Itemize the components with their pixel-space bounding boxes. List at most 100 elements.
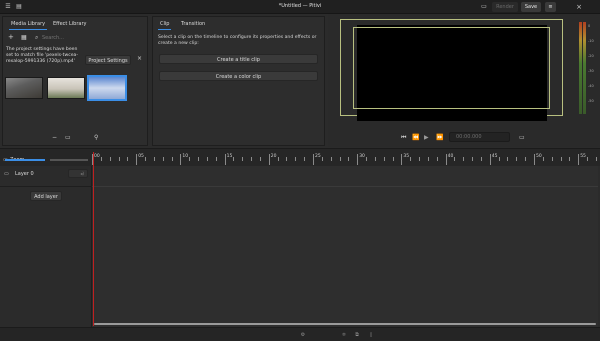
- grid-view-icon[interactable]: ▦: [21, 34, 27, 41]
- meter-label: -30: [588, 69, 594, 73]
- ruler-label: 45: [491, 154, 498, 159]
- close-icon[interactable]: ×: [575, 3, 583, 11]
- tab-transition[interactable]: Transition: [181, 21, 205, 27]
- timecode-field[interactable]: 00:00.000: [449, 132, 510, 142]
- zoom-slider-fill[interactable]: [5, 159, 45, 161]
- hamburger-menu-icon[interactable]: ≡: [545, 2, 556, 12]
- track-divider: [92, 186, 598, 187]
- layer-icon: ▭: [4, 171, 9, 177]
- ruler-major-tick: [313, 154, 314, 165]
- ruler-major-tick: [489, 154, 491, 165]
- playhead[interactable]: [93, 152, 94, 326]
- ruler-minor-tick: [498, 157, 500, 161]
- step-back-icon[interactable]: ⏪: [412, 134, 419, 141]
- ruler-major-tick: [401, 154, 403, 165]
- ruler-minor-tick: [383, 157, 385, 161]
- ruler-minor-tick: [206, 157, 208, 161]
- render-button[interactable]: Render: [492, 2, 518, 12]
- ruler-minor-tick: [507, 157, 509, 161]
- ruler-label: 40: [447, 154, 454, 159]
- tab-clip[interactable]: Clip: [157, 21, 173, 30]
- ruler-major-tick: [224, 154, 226, 165]
- ruler-minor-tick: [171, 157, 173, 161]
- ruler-label: 25: [315, 154, 321, 159]
- ruler-minor-tick: [295, 157, 297, 161]
- ruler-minor-tick: [436, 157, 438, 161]
- ruler-minor-tick: [410, 157, 412, 161]
- meter-label: -40: [588, 84, 594, 88]
- search-icon: ⌕: [35, 34, 39, 41]
- meter-label: 0: [588, 24, 591, 28]
- ruler-minor-tick: [569, 157, 571, 161]
- tab-effect-library[interactable]: Effect Library: [53, 21, 86, 27]
- safe-area-inner: [353, 27, 550, 109]
- save-button[interactable]: Save: [521, 2, 541, 12]
- ruler-minor-tick: [480, 157, 482, 161]
- group-icon[interactable]: ⧉: [353, 331, 361, 339]
- ruler-minor-tick: [304, 157, 306, 161]
- ruler-label: 20: [270, 154, 277, 159]
- ruler-minor-tick: [551, 157, 553, 161]
- ruler-minor-tick: [392, 157, 394, 161]
- ruler-minor-tick: [153, 157, 155, 161]
- meter-label: -50: [588, 99, 594, 103]
- search-input[interactable]: [42, 33, 142, 42]
- ruler-minor-tick: [118, 157, 120, 161]
- clip-thumbnail-1[interactable]: [5, 77, 43, 99]
- ruler-minor-tick: [109, 157, 111, 161]
- ruler-minor-tick: [259, 157, 261, 161]
- split-icon[interactable]: ≑: [340, 331, 348, 339]
- folder-icon[interactable]: ▭: [480, 3, 488, 11]
- layer-name[interactable]: Layer 0: [15, 171, 34, 177]
- clip-thumbnail-2[interactable]: [47, 77, 85, 99]
- ruler-minor-tick: [348, 157, 350, 161]
- ruler-minor-tick: [198, 157, 200, 161]
- ruler-minor-tick: [560, 157, 562, 161]
- meter-label: -10: [588, 39, 594, 43]
- ruler-minor-tick: [145, 157, 147, 161]
- detach-viewer-icon[interactable]: ▭: [519, 134, 525, 141]
- layer-mute-toggle[interactable]: ◂): [68, 169, 88, 178]
- clip-panel-description: Select a clip on the timeline to configu…: [158, 35, 317, 46]
- play-icon[interactable]: ▶: [424, 134, 429, 141]
- create-title-clip-button[interactable]: Create a title clip: [159, 54, 318, 64]
- ruler-label: 10: [182, 154, 189, 159]
- timeline-ruler[interactable]: 00 05 10 15 20 25 30 35 40 45 50 55: [92, 148, 598, 165]
- ruler-major-tick: [534, 154, 535, 165]
- insert-clip-icon[interactable]: ▭: [65, 134, 71, 141]
- zoom-slider-track[interactable]: [50, 159, 88, 161]
- settings-icon[interactable]: ⚙: [299, 331, 307, 339]
- ruler-major-tick: [180, 154, 182, 165]
- dismiss-notice-icon[interactable]: ×: [137, 55, 142, 62]
- meter-label: -20: [588, 54, 594, 58]
- clip-thumbnail-3[interactable]: [87, 75, 127, 101]
- pin-icon[interactable]: ⚲: [94, 134, 98, 141]
- ruler-minor-tick: [516, 157, 518, 161]
- go-to-start-icon[interactable]: ⏮: [401, 134, 406, 142]
- ruler-minor-tick: [127, 157, 129, 161]
- remove-clip-icon[interactable]: −: [52, 134, 57, 141]
- ruler-minor-tick: [233, 157, 235, 161]
- delete-icon[interactable]: ▯: [367, 331, 375, 339]
- tab-media-library[interactable]: Media Library: [8, 21, 48, 30]
- ruler-minor-tick: [251, 157, 253, 161]
- ruler-label: 30: [359, 154, 365, 159]
- create-color-clip-button[interactable]: Create a color clip: [159, 71, 318, 81]
- ruler-minor-tick: [542, 157, 544, 161]
- ruler-major-tick: [578, 154, 580, 165]
- layers-column: ▭ Layer 0 ◂) Add layer: [0, 166, 92, 334]
- timeline-track-area[interactable]: [92, 166, 598, 334]
- ruler-minor-tick: [215, 157, 217, 161]
- add-layer-button[interactable]: Add layer: [30, 191, 62, 201]
- ruler-minor-tick: [286, 157, 288, 161]
- step-forward-icon[interactable]: ⏩: [436, 134, 443, 141]
- timeline-scrollbar[interactable]: [94, 323, 596, 325]
- add-media-icon[interactable]: +: [8, 33, 14, 41]
- ruler-minor-tick: [189, 157, 191, 161]
- project-settings-notice: The project settings have been set to ma…: [6, 47, 79, 64]
- project-settings-button[interactable]: Project Settings: [85, 55, 131, 65]
- layer-divider: [0, 186, 92, 187]
- audio-meter-right: [583, 22, 586, 114]
- ruler-label: 35: [403, 154, 410, 159]
- ruler-minor-tick: [339, 157, 341, 161]
